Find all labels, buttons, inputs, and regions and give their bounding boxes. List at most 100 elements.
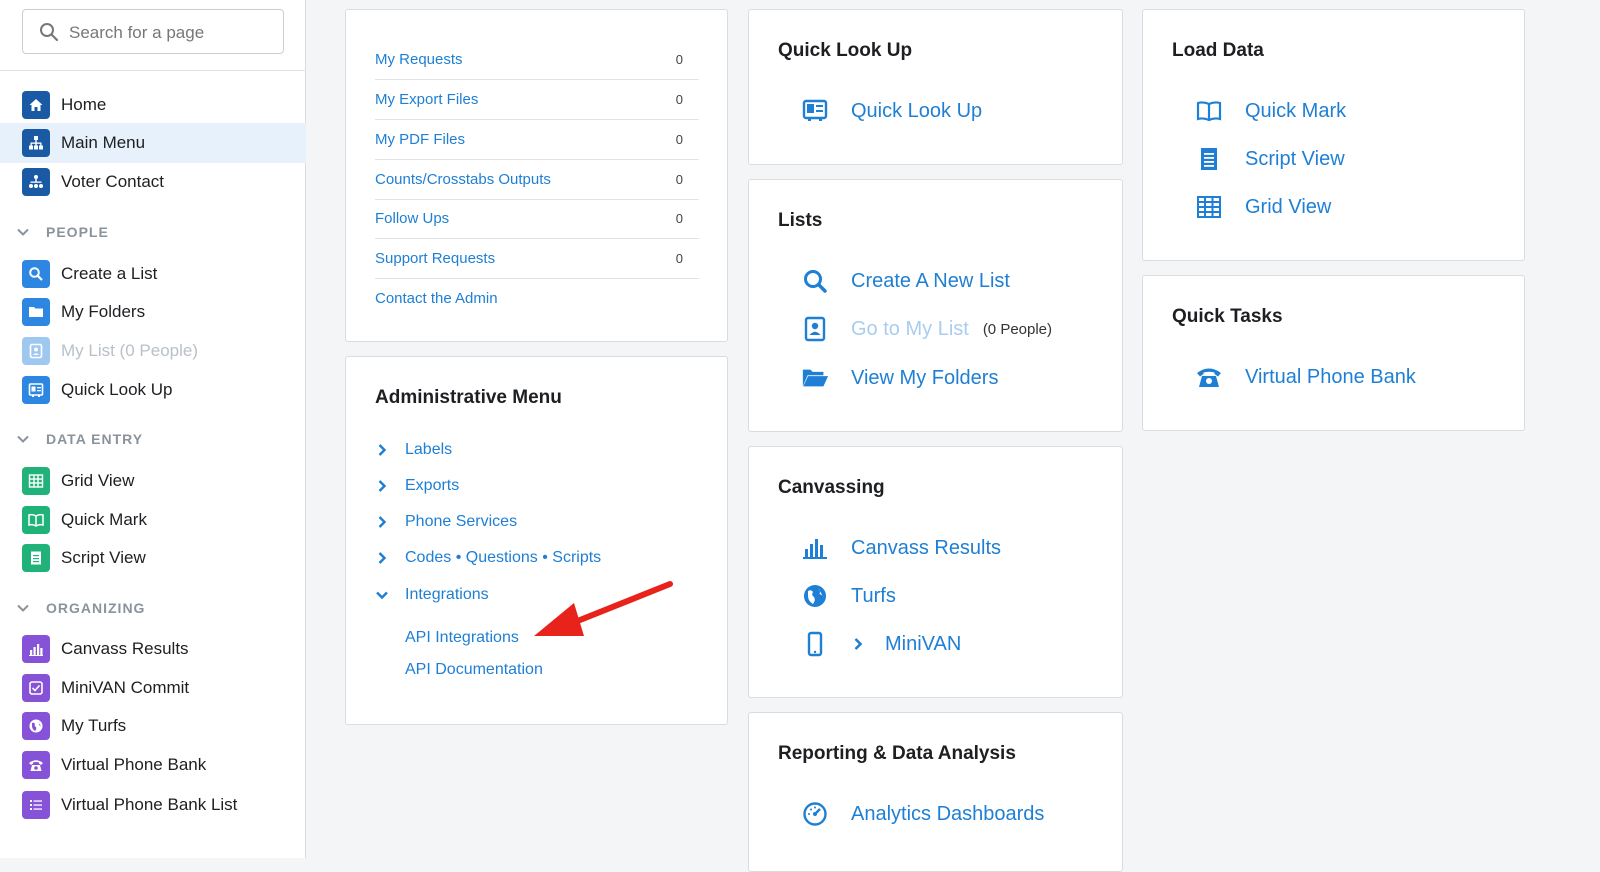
sidebar-item-create-list[interactable]: Create a List: [0, 254, 306, 294]
list-item: Follow Ups 0: [375, 199, 699, 239]
sidebar-item-my-turfs[interactable]: My Turfs: [0, 706, 306, 746]
sidebar-item-virtual-phone-bank-list[interactable]: Virtual Phone Bank List: [0, 785, 306, 825]
chevron-down-icon: [17, 435, 29, 443]
reporting-card: Reporting & Data Analysis Analytics Dash…: [748, 712, 1123, 872]
mobile-phone-icon: [801, 630, 829, 658]
link-label: Canvass Results: [851, 536, 1002, 559]
sidebar-item-quick-mark[interactable]: Quick Mark: [0, 500, 306, 540]
requests-card: My Requests 0 My Export Files 0 My PDF F…: [345, 9, 728, 342]
section-people[interactable]: PEOPLE: [16, 222, 109, 242]
admin-item-labels[interactable]: Labels: [375, 438, 452, 462]
sidebar-item-label: Quick Look Up: [61, 380, 173, 399]
sidebar-item-label: Create a List: [61, 264, 158, 283]
sidebar-item-grid-view[interactable]: Grid View: [0, 461, 306, 501]
create-new-list-link[interactable]: Create A New List: [801, 266, 1010, 296]
sidebar-item-my-folders[interactable]: My Folders: [0, 292, 306, 332]
chevron-right-icon: [378, 516, 387, 528]
sidebar-item-script-view[interactable]: Script View: [0, 538, 306, 578]
sidebar-item-home[interactable]: Home: [0, 85, 306, 125]
admin-item-codes-questions-scripts[interactable]: Codes • Questions • Scripts: [375, 546, 601, 570]
link-label: Grid View: [1245, 195, 1332, 218]
sidebar-item-label: MiniVAN Commit: [61, 678, 190, 697]
search-box[interactable]: [22, 9, 284, 54]
link-label: Script View: [1245, 147, 1345, 170]
api-documentation-link[interactable]: API Documentation: [405, 661, 543, 679]
my-requests-link[interactable]: My Requests: [375, 51, 463, 68]
dashboard-gauge-icon: [801, 800, 829, 828]
sidebar-item-label: Main Menu: [61, 133, 146, 152]
admin-item-phone-services[interactable]: Phone Services: [375, 510, 517, 534]
api-integrations-link[interactable]: API Integrations: [405, 629, 519, 647]
phone-icon: [1195, 363, 1223, 391]
support-requests-link[interactable]: Support Requests: [375, 250, 495, 267]
card-title: Administrative Menu: [375, 387, 562, 408]
canvass-results-link[interactable]: Canvass Results: [801, 533, 1001, 563]
globe-icon: [801, 582, 829, 610]
turfs-link[interactable]: Turfs: [801, 581, 896, 611]
count-value: 0: [675, 251, 683, 266]
card-title: Canvassing: [778, 477, 885, 498]
list-item: My Export Files 0: [375, 80, 699, 120]
search-icon: [40, 23, 59, 42]
counts-crosstabs-link[interactable]: Counts/Crosstabs Outputs: [375, 171, 551, 188]
link-label: Turfs: [851, 584, 896, 607]
sidebar-item-minivan-commit[interactable]: MiniVAN Commit: [0, 668, 306, 708]
admin-item-label: Integrations: [405, 586, 489, 603]
virtual-phone-bank-link[interactable]: Virtual Phone Bank: [1195, 362, 1416, 392]
contact-admin-link[interactable]: Contact the Admin: [375, 290, 498, 307]
sidebar-item-main-menu[interactable]: Main Menu: [0, 123, 306, 163]
sidebar-item-canvass-results[interactable]: Canvass Results: [0, 629, 306, 669]
sidebar-item-virtual-phone-bank[interactable]: Virtual Phone Bank: [0, 745, 306, 785]
lists-card: Lists Create A New List Go to My List (0…: [748, 179, 1123, 432]
link-label: Quick Look Up: [851, 99, 983, 122]
list-item: Support Requests 0: [375, 239, 699, 279]
admin-item-integrations[interactable]: Integrations: [375, 583, 489, 607]
follow-ups-link[interactable]: Follow Ups: [375, 210, 449, 227]
section-data-entry[interactable]: DATA ENTRY: [16, 429, 143, 449]
link-label: MiniVAN: [885, 632, 962, 655]
grid-view-link[interactable]: Grid View: [1195, 192, 1331, 222]
sitemap-icon: [22, 129, 50, 157]
sidebar-item-quick-look-up[interactable]: Quick Look Up: [0, 370, 306, 410]
admin-menu-card: Administrative Menu Labels Exports Phone…: [345, 356, 728, 725]
minivan-link[interactable]: MiniVAN: [801, 629, 961, 659]
go-to-my-list-link[interactable]: Go to My List (0 People): [801, 314, 1052, 344]
count-value: 0: [675, 211, 683, 226]
contact-card-icon: [22, 337, 50, 365]
section-organizing[interactable]: ORGANIZING: [16, 598, 145, 618]
search-icon: [801, 267, 829, 295]
quick-look-up-card: Quick Look Up Quick Look Up: [748, 9, 1123, 165]
chevron-right-icon: [378, 480, 387, 492]
card-title: Reporting & Data Analysis: [778, 743, 1016, 764]
link-label: Virtual Phone Bank: [1245, 365, 1416, 388]
analytics-dashboards-link[interactable]: Analytics Dashboards: [801, 799, 1044, 829]
list-item: Counts/Crosstabs Outputs 0: [375, 160, 699, 200]
sidebar-item-label: Home: [61, 95, 107, 114]
view-my-folders-link[interactable]: View My Folders: [801, 363, 998, 393]
card-title: Load Data: [1172, 40, 1264, 61]
people-tree-icon: [22, 168, 50, 196]
my-pdf-files-link[interactable]: My PDF Files: [375, 131, 465, 148]
admin-item-exports[interactable]: Exports: [375, 474, 459, 498]
quick-look-up-link[interactable]: Quick Look Up: [801, 96, 982, 126]
sidebar-divider: [0, 70, 306, 71]
link-label: View My Folders: [851, 366, 999, 389]
book-icon: [22, 506, 50, 534]
globe-icon: [22, 712, 50, 740]
sidebar-item-voter-contact[interactable]: Voter Contact: [0, 162, 306, 202]
link-label: Analytics Dashboards: [851, 802, 1045, 825]
script-view-link[interactable]: Script View: [1195, 144, 1345, 174]
sidebar-item-label: Script View: [61, 548, 146, 567]
quick-mark-link[interactable]: Quick Mark: [1195, 96, 1346, 126]
card-title: Quick Look Up: [778, 40, 913, 61]
bar-chart-icon: [22, 635, 50, 663]
sidebar-item-label: Virtual Phone Bank List: [61, 795, 238, 814]
list-item: My Requests 0: [375, 40, 699, 80]
search-input[interactable]: [67, 19, 271, 47]
my-export-files-link[interactable]: My Export Files: [375, 91, 478, 108]
contact-card-icon: [801, 315, 829, 343]
link-label: Go to My List: [851, 317, 969, 340]
grid-icon: [1195, 193, 1223, 221]
bar-chart-icon: [801, 534, 829, 562]
sidebar-item-my-list[interactable]: My List (0 People): [0, 331, 306, 371]
